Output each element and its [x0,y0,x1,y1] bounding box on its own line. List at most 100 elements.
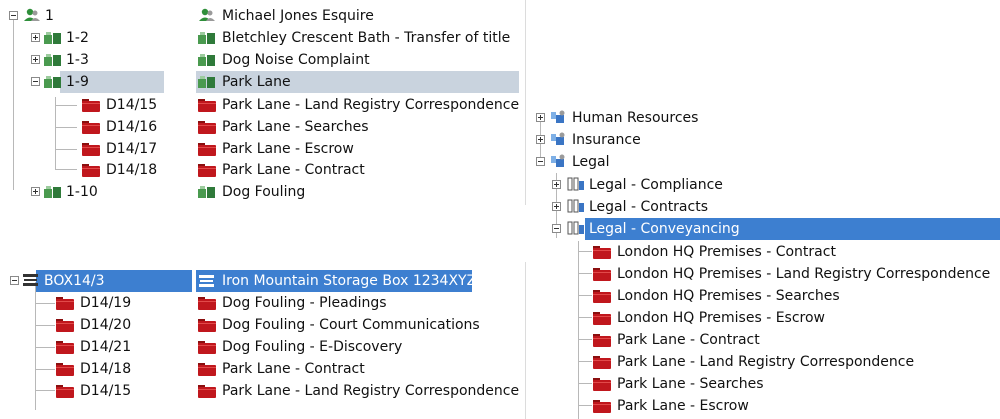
binder-label: Legal - Conveyancing [589,221,740,237]
folder-title: Dog Fouling - Pleadings [222,295,387,311]
group-icon [551,154,565,167]
red-folder-icon [56,340,74,354]
tree-row-folder-d14-15[interactable]: D14/15 Park Lane - Land Registry Corresp… [0,94,525,116]
folder-title: Park Lane - Contract [222,361,365,377]
binder-icon [567,221,584,235]
matter-code: 1-2 [66,30,89,46]
folder-label: Park Lane - Contract [617,332,760,348]
tree-row-binder-legal-contracts[interactable]: Legal - Contracts [527,196,1000,218]
red-folder-icon [82,98,100,112]
tree-row-folder-d14-19[interactable]: D14/19 Dog Fouling - Pleadings [0,292,525,314]
folder-title: Park Lane - Land Registry Correspondence [222,97,520,113]
folder-code: D14/18 [106,162,158,178]
client-matter-tree: 1 Michael Jones Esquire 1-2 Bletchley Cr… [0,0,526,205]
tree-row-folder-d14-21[interactable]: D14/21 Dog Fouling - E-Discovery [0,336,525,358]
red-folder-icon [82,163,100,177]
collapse-icon[interactable] [9,11,18,20]
matter-icon [198,186,215,198]
tree-row-folder-park-lane-escrow[interactable]: Park Lane - Escrow [527,395,1000,417]
matter-title: Bletchley Crescent Bath - Transfer of ti… [222,30,511,46]
folder-code: D14/21 [80,339,132,355]
tree-row-folder-d14-16[interactable]: D14/16 Park Lane - Searches [0,116,525,138]
matter-code: 1-10 [66,184,98,200]
red-folder-icon [593,267,611,281]
folder-label: London HQ Premises - Escrow [617,310,826,326]
tree-row-folder-d14-20[interactable]: D14/20 Dog Fouling - Court Communication… [0,314,525,336]
red-folder-icon [593,245,611,259]
red-folder-icon [593,311,611,325]
tree-row-folder-d14-15-box[interactable]: D14/15 Park Lane - Land Registry Corresp… [0,380,525,402]
matter-code: 1-9 [66,74,89,90]
folder-code: D14/16 [106,119,158,135]
matter-title: Dog Fouling [222,184,306,200]
collapse-icon[interactable] [552,224,561,233]
tree-row-folder-london-hq-searches[interactable]: London HQ Premises - Searches [527,285,1000,307]
red-folder-icon [198,98,216,112]
tree-row-matter-1-2[interactable]: 1-2 Bletchley Crescent Bath - Transfer o… [0,27,525,49]
collapse-icon[interactable] [31,77,40,86]
expand-icon[interactable] [31,55,40,64]
binder-label: Legal - Compliance [589,177,723,193]
tree-row-matter-1-9[interactable]: 1-9 Park Lane [0,71,525,93]
storage-box-icon [23,274,38,286]
storage-box-tree: BOX14/3 Iron Mountain Storage Box 1234XY… [0,262,526,419]
expand-icon[interactable] [31,187,40,196]
red-folder-icon [593,377,611,391]
matter-icon [198,76,215,88]
tree-row-folder-park-lane-contract[interactable]: Park Lane - Contract [527,329,1000,351]
red-folder-icon [198,318,216,332]
matter-icon [44,54,61,66]
group-label: Human Resources [572,110,699,126]
matter-icon [198,32,215,44]
folder-code: D14/19 [80,295,132,311]
tree-row-folder-d14-18[interactable]: D14/18 Park Lane - Contract [0,159,525,181]
matter-title: Dog Noise Complaint [222,52,370,68]
red-folder-icon [82,120,100,134]
folder-title: Park Lane - Contract [222,162,365,178]
tree-row-matter-1-10[interactable]: 1-10 Dog Fouling [0,181,525,203]
folder-label: Park Lane - Escrow [617,398,749,414]
expand-icon[interactable] [536,135,545,144]
tree-row-folder-d14-18-box[interactable]: D14/18 Park Lane - Contract [0,358,525,380]
tree-row-folder-park-lane-searches[interactable]: Park Lane - Searches [527,373,1000,395]
tree-row-binder-legal-conveyancing[interactable]: Legal - Conveyancing [527,218,1000,240]
group-label: Insurance [572,132,641,148]
expand-icon[interactable] [552,202,561,211]
box-code: BOX14/3 [44,273,105,289]
tree-row-folder-london-hq-escrow[interactable]: London HQ Premises - Escrow [527,307,1000,329]
tree-row-group-insurance[interactable]: Insurance [527,129,1000,151]
tree-row-folder-d14-17[interactable]: D14/17 Park Lane - Escrow [0,138,525,160]
tree-row-client-1[interactable]: 1 Michael Jones Esquire [0,5,525,27]
group-icon [551,110,565,123]
red-folder-icon [198,384,216,398]
tree-row-folder-park-lane-land-registry[interactable]: Park Lane - Land Registry Correspondence [527,351,1000,373]
expand-icon[interactable] [31,33,40,42]
folder-title: Park Lane - Escrow [222,141,354,157]
folder-title: Dog Fouling - E-Discovery [222,339,403,355]
folder-label: Park Lane - Searches [617,376,764,392]
folder-code: D14/17 [106,141,158,157]
group-icon [551,132,565,145]
tree-row-group-human-resources[interactable]: Human Resources [527,107,1000,129]
tree-row-matter-1-3[interactable]: 1-3 Dog Noise Complaint [0,49,525,71]
box-title: Iron Mountain Storage Box 1234XYZ [222,273,477,289]
red-folder-icon [198,120,216,134]
person-icon [199,8,215,21]
folder-title: Park Lane - Searches [222,119,369,135]
tree-row-folder-london-hq-contract[interactable]: London HQ Premises - Contract [527,241,1000,263]
tree-row-folder-london-hq-land-registry[interactable]: London HQ Premises - Land Registry Corre… [527,263,1000,285]
tree-row-group-legal[interactable]: Legal [527,151,1000,173]
collapse-icon[interactable] [10,276,19,285]
expand-icon[interactable] [552,180,561,189]
person-icon [24,8,40,21]
collapse-icon[interactable] [536,157,545,166]
binder-icon [567,199,584,213]
folder-title: Dog Fouling - Court Communications [222,317,480,333]
red-folder-icon [593,333,611,347]
client-code: 1 [45,8,54,24]
tree-row-binder-legal-compliance[interactable]: Legal - Compliance [527,174,1000,196]
tree-row-box-14-3[interactable]: BOX14/3 Iron Mountain Storage Box 1234XY… [0,270,525,292]
red-folder-icon [56,296,74,310]
expand-icon[interactable] [536,113,545,122]
folder-label: London HQ Premises - Land Registry Corre… [617,266,991,282]
